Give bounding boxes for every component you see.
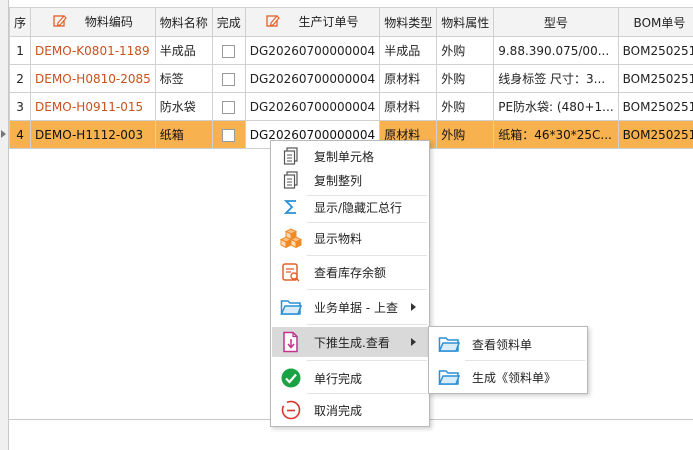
col-header-order-no-label: 生产订单号 (298, 14, 359, 29)
col-header-material-code-label: 物料编码 (84, 14, 133, 29)
grid-header: 序 物料编码 物料名称 完成 生产订单号 物料类型 物料属性 型号 BOM单号 (8, 7, 693, 37)
col-header-model[interactable]: 型号 (493, 7, 619, 37)
cell-material-attr[interactable]: 外购 (436, 36, 495, 65)
cell-seq[interactable]: 3 (8, 92, 32, 121)
cell-order-no[interactable]: DG20260700000004 (244, 64, 381, 93)
menu-item-push-down[interactable]: 下推生成.查看 (272, 327, 428, 357)
submenu-arrow-icon (411, 338, 416, 346)
table-row[interactable]: 2 DEMO-H0810-2085 标签 DG20260700000004 原材… (8, 64, 693, 93)
folder-icon (438, 366, 460, 388)
folder-icon (280, 296, 302, 318)
table-row[interactable]: 1 DEMO-K0801-1189 半成品 DG20260700000004 半… (8, 36, 693, 65)
cell-material-attr[interactable]: 外购 (436, 64, 495, 93)
cell-seq[interactable]: 2 (8, 64, 32, 93)
table-row[interactable]: 3 DEMO-H0911-015 防水袋 DG20260700000004 原材… (8, 92, 693, 121)
edit-icon (53, 15, 67, 27)
submenu-item-create-picking[interactable]: 生成《领料单》 (430, 363, 586, 391)
col-header-material-type[interactable]: 物料类型 (379, 7, 438, 37)
menu-item-copy-column[interactable]: 复制整列 (272, 166, 428, 194)
cell-material-name[interactable]: 半成品 (154, 36, 213, 65)
menu-separator (307, 360, 427, 361)
cell-material-code[interactable]: DEMO-H0810-2085 (30, 64, 156, 93)
cell-order-no[interactable]: DG20260700000004 (244, 36, 381, 65)
cell-material-type[interactable]: 半成品 (379, 36, 438, 65)
stock-report-icon (280, 261, 302, 283)
cell-done[interactable] (211, 36, 246, 65)
menu-item-show-material[interactable]: 显示物料 (272, 224, 428, 252)
cell-bom-no[interactable]: BOM250251 (617, 64, 693, 93)
grid-top-spacer (9, 0, 693, 7)
cell-model[interactable]: PE防水袋: (480+1... (493, 92, 619, 121)
col-header-material-name[interactable]: 物料名称 (154, 7, 213, 37)
cell-bom-no[interactable]: BOM250251 (617, 92, 693, 121)
menu-separator (307, 324, 427, 325)
folder-icon (438, 333, 460, 355)
copy-icon (280, 145, 302, 167)
row-indicator-strip (0, 0, 9, 450)
check-circle-icon (280, 367, 302, 389)
cell-material-name[interactable]: 防水袋 (154, 92, 213, 121)
current-row-marker-icon (1, 130, 6, 138)
menu-item-business-up[interactable]: 业务单据 - 上查 (272, 293, 428, 321)
cell-material-type[interactable]: 原材料 (379, 64, 438, 93)
cell-done[interactable] (211, 120, 246, 149)
cell-seq[interactable]: 4 (8, 120, 32, 149)
cell-material-code[interactable]: DEMO-K0801-1189 (30, 36, 156, 65)
menu-separator (307, 393, 427, 394)
cell-material-code[interactable]: DEMO-H1112-003 (30, 120, 156, 149)
menu-separator (307, 222, 427, 223)
menu-separator (307, 255, 427, 256)
cell-order-no[interactable]: DG20260700000004 (244, 92, 381, 121)
cell-material-attr[interactable]: 外购 (436, 120, 495, 149)
cancel-circle-icon (280, 399, 302, 421)
document-push-icon (280, 331, 302, 353)
col-header-done[interactable]: 完成 (211, 7, 246, 37)
cell-seq[interactable]: 1 (8, 36, 32, 65)
cell-material-attr[interactable]: 外购 (436, 92, 495, 121)
cell-done[interactable] (211, 92, 246, 121)
menu-separator (465, 360, 585, 361)
push-down-submenu: 查看领料单 生成《领料单》 (428, 326, 588, 394)
done-checkbox[interactable] (222, 44, 236, 58)
menu-separator (307, 289, 427, 290)
cell-material-name[interactable]: 纸箱 (154, 120, 213, 149)
col-header-material-code[interactable]: 物料编码 (30, 7, 156, 37)
material-grid: 序 物料编码 物料名称 完成 生产订单号 物料类型 物料属性 型号 BOM单号 (8, 7, 693, 149)
col-header-seq[interactable]: 序 (8, 7, 32, 37)
col-header-bom-no[interactable]: BOM单号 (617, 7, 693, 37)
col-header-material-attr[interactable]: 物料属性 (436, 7, 495, 37)
cell-model[interactable]: 线身标签 尺寸：3... (493, 64, 619, 93)
menu-item-cancel-done[interactable]: 取消完成 (272, 396, 428, 424)
cell-done[interactable] (211, 64, 246, 93)
cell-model[interactable]: 9.88.390.075/00... (493, 36, 619, 65)
done-checkbox[interactable] (222, 72, 236, 86)
menu-item-view-stock[interactable]: 查看库存余额 (272, 258, 428, 286)
cell-bom-no[interactable]: BOM250251 (617, 120, 693, 149)
cell-material-name[interactable]: 标签 (154, 64, 213, 93)
menu-item-row-done[interactable]: 单行完成 (272, 364, 428, 392)
cell-bom-no[interactable]: BOM250251 (617, 36, 693, 65)
sigma-icon (280, 196, 302, 218)
cubes-icon (280, 227, 302, 249)
cell-material-code[interactable]: DEMO-H0911-015 (30, 92, 156, 121)
col-header-order-no[interactable]: 生产订单号 (244, 7, 381, 37)
cell-model[interactable]: 纸箱：46*30*25C... (493, 120, 619, 149)
copy-icon (280, 169, 302, 191)
done-checkbox[interactable] (222, 100, 236, 114)
cell-material-type[interactable]: 原材料 (379, 92, 438, 121)
context-menu: 复制单元格 复制整列 显示/隐藏汇总行 显示物料 查看库存余额 业务单据 - 上… (270, 140, 430, 427)
edit-icon (266, 15, 281, 27)
submenu-item-view-picking[interactable]: 查看领料单 (430, 330, 586, 358)
submenu-arrow-icon (411, 303, 416, 311)
menu-item-toggle-summary[interactable]: 显示/隐藏汇总行 (272, 193, 428, 221)
done-checkbox[interactable] (222, 128, 236, 142)
